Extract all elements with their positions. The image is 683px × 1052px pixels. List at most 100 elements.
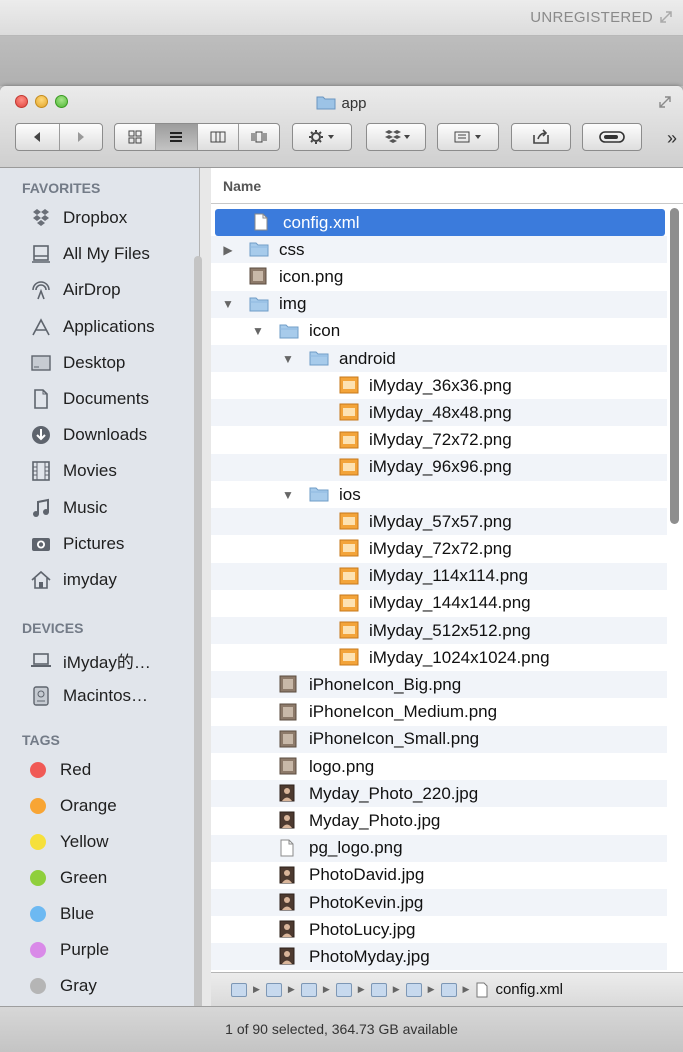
sidebar-tag-green[interactable]: Green <box>22 864 107 892</box>
path-folder-icon[interactable] <box>335 982 352 997</box>
file-name: PhotoKevin.jpg <box>309 892 424 912</box>
file-row[interactable]: ▼ ios <box>211 481 667 508</box>
list-view-button[interactable] <box>156 124 198 150</box>
resize-arrows-icon[interactable] <box>657 8 675 26</box>
sidebar-device-imyday[interactable]: iMyday的… <box>30 646 151 674</box>
vertical-scrollbar[interactable] <box>670 208 679 524</box>
file-name: iMyday_144x144.png <box>369 593 531 613</box>
image-file-icon <box>279 757 299 775</box>
sidebar-tag-orange[interactable]: Orange <box>22 792 117 820</box>
path-user-icon[interactable] <box>265 982 282 997</box>
path-disk-icon[interactable] <box>231 982 247 997</box>
disclosure-open-icon[interactable]: ▼ <box>221 297 235 311</box>
path-folder-icon[interactable] <box>440 982 457 997</box>
file-row[interactable]: Myday_Photo.jpg <box>211 807 667 834</box>
file-row[interactable]: iPhoneIcon_Medium.png <box>211 699 667 726</box>
sidebar-item-imyday[interactable]: imyday <box>30 566 117 594</box>
file-name: img <box>279 294 307 314</box>
file-row[interactable]: iMyday_72x72.png <box>211 535 667 562</box>
disclosure-open-icon[interactable]: ▼ <box>281 352 295 366</box>
disclosure-open-icon[interactable]: ▼ <box>281 488 295 502</box>
window-title-text: app <box>341 95 367 112</box>
file-row[interactable]: iMyday_512x512.png <box>211 617 667 644</box>
file-name: iMyday_1024x1024.png <box>369 647 550 667</box>
sidebar-tag-blue[interactable]: Blue <box>22 900 94 928</box>
file-row[interactable]: iMyday_48x48.png <box>211 399 667 427</box>
file-row[interactable]: iMyday_114x114.png <box>211 562 667 590</box>
file-row[interactable]: iPhoneIcon_Big.png <box>211 671 667 699</box>
dropbox-menu-button[interactable] <box>366 123 426 151</box>
file-row[interactable]: Myday_Photo_220.jpg <box>211 780 667 808</box>
file-row[interactable]: logo.png <box>211 753 667 780</box>
fullscreen-icon[interactable] <box>657 94 673 110</box>
file-row[interactable]: PhotoDavid.jpg <box>211 862 667 889</box>
file-row[interactable]: PhotoMyday.jpg <box>211 943 667 971</box>
disclosure-open-icon[interactable]: ▼ <box>251 324 265 338</box>
file-row[interactable]: iMyday_36x36.png <box>211 372 667 399</box>
sidebar-item-music[interactable]: Music <box>30 494 107 522</box>
sidebar-device-macintos[interactable]: Macintos… <box>30 682 148 710</box>
file-row[interactable]: ▼ img <box>211 290 667 318</box>
image-file-icon <box>339 512 359 530</box>
tag-color-dot <box>30 942 46 958</box>
file-name: icon.png <box>279 266 344 286</box>
tag-seg <box>583 124 641 150</box>
sidebar-item-label: Applications <box>63 316 155 336</box>
sidebar-item-dropbox[interactable]: Dropbox <box>30 204 127 232</box>
cover-flow-button[interactable] <box>239 124 279 150</box>
file-row[interactable]: PhotoKevin.jpg <box>211 889 667 916</box>
file-row[interactable]: pg_logo.png <box>211 834 667 862</box>
sidebar-tag-red[interactable]: Red <box>22 756 91 784</box>
path-folder-icon[interactable] <box>405 982 422 997</box>
sidebar-item-airdrop[interactable]: AirDrop <box>30 276 121 304</box>
sidebar-item-downloads[interactable]: Downloads <box>30 421 147 449</box>
file-row[interactable]: ▼ android <box>211 345 667 372</box>
sidebar-item-movies[interactable]: Movies <box>30 457 117 485</box>
sidebar-item-all-my-files[interactable]: All My Files <box>30 240 150 268</box>
sidebar-item-documents[interactable]: Documents <box>30 385 149 413</box>
toolbar-overflow-button[interactable]: » <box>667 128 677 149</box>
sidebar-scrollbar[interactable] <box>194 256 202 1052</box>
sidebar-item-label: Movies <box>63 461 117 481</box>
sidebar-item-applications[interactable]: Applications <box>30 313 155 341</box>
path-separator-icon: ▶ <box>357 984 365 994</box>
forward-button[interactable] <box>60 124 103 150</box>
file-row[interactable]: PhotoLucy.jpg <box>211 916 667 943</box>
file-row[interactable]: icon.png <box>211 263 667 290</box>
sidebar-tag-gray[interactable]: Gray <box>22 972 97 1000</box>
file-row[interactable]: iMyday_96x96.png <box>211 453 667 481</box>
column-header-name[interactable]: Name <box>211 168 683 204</box>
folder-icon <box>309 485 329 503</box>
path-current-item[interactable]: config.xml <box>495 981 563 998</box>
file-row[interactable]: iMyday_72x72.png <box>211 427 667 454</box>
image-file-icon <box>339 376 359 394</box>
image-file-icon <box>339 431 359 449</box>
sidebar-item-label: imyday <box>63 570 117 589</box>
action-menu-button[interactable] <box>292 123 352 151</box>
back-button[interactable] <box>16 124 60 150</box>
sidebar-tag-purple[interactable]: Purple <box>22 936 109 964</box>
path-separator-icon: ▶ <box>427 984 435 994</box>
sidebar-tag-yellow[interactable]: Yellow <box>22 828 109 856</box>
all-my-files-icon <box>30 243 52 265</box>
icon-view-button[interactable] <box>115 124 157 150</box>
arrange-menu-button[interactable] <box>437 123 499 151</box>
file-row[interactable]: iPhoneIcon_Small.png <box>211 725 667 753</box>
disclosure-closed-icon[interactable]: ▶ <box>221 243 235 257</box>
file-row[interactable]: iMyday_1024x1024.png <box>211 644 667 671</box>
path-folder-icon[interactable] <box>370 982 387 997</box>
unregistered-label: UNREGISTERED <box>530 9 653 26</box>
tag-button[interactable] <box>582 123 642 151</box>
sidebar-item-desktop[interactable]: Desktop <box>30 349 125 377</box>
dropbox-seg <box>367 124 425 150</box>
file-row[interactable]: iMyday_144x144.png <box>211 590 667 617</box>
column-view-button[interactable] <box>198 124 239 150</box>
file-row[interactable]: iMyday_57x57.png <box>211 508 667 536</box>
share-button[interactable] <box>511 123 571 151</box>
file-row[interactable]: ▶ css <box>211 236 667 264</box>
file-row[interactable]: config.xml <box>215 209 665 236</box>
path-home-icon[interactable] <box>300 982 317 997</box>
file-row[interactable]: ▼ icon <box>211 318 667 345</box>
sidebar-item-pictures[interactable]: Pictures <box>30 530 124 558</box>
image-file-icon <box>339 539 359 557</box>
